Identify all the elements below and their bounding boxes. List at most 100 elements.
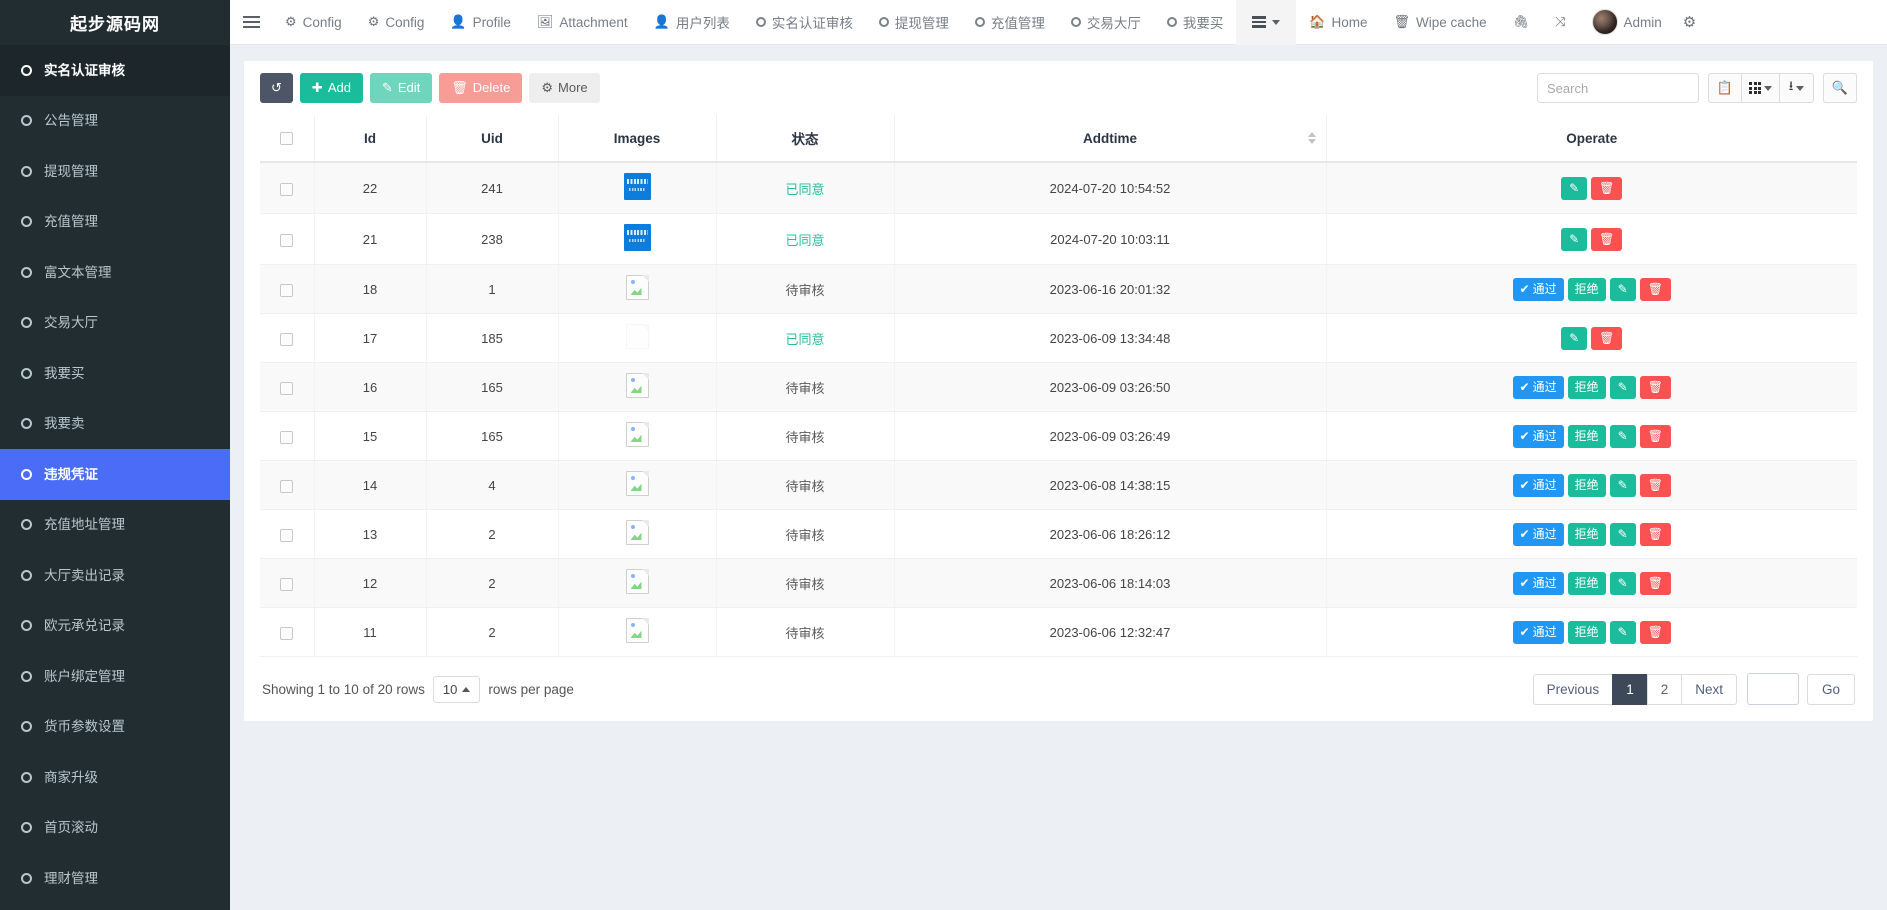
row-delete-button[interactable]: 🗑 xyxy=(1640,572,1671,595)
row-delete-button[interactable]: 🗑 xyxy=(1640,621,1671,644)
broken-image-icon[interactable] xyxy=(626,324,649,349)
sidebar-item-0[interactable]: 实名认证审核 xyxy=(0,45,230,96)
edit-button[interactable]: ✎ Edit xyxy=(370,73,432,103)
top-nav-item-1[interactable]: ⚙Config xyxy=(355,0,438,45)
row-checkbox[interactable] xyxy=(280,183,293,196)
table-row[interactable]: 112待审核2023-06-06 12:32:47✔通过拒绝✎🗑 xyxy=(260,608,1857,657)
approve-button[interactable]: ✔通过 xyxy=(1513,376,1564,399)
sidebar-item-11[interactable]: 欧元承兑记录 xyxy=(0,601,230,652)
top-nav-item-2[interactable]: 👤Profile xyxy=(437,0,523,45)
top-nav-item-5[interactable]: 实名认证审核 xyxy=(743,0,866,45)
next-page-button[interactable]: Next xyxy=(1681,674,1737,705)
row-thumbnail[interactable] xyxy=(624,224,651,251)
sidebar-item-7[interactable]: 我要卖 xyxy=(0,399,230,450)
columns-icon[interactable]: 📋 xyxy=(1708,73,1742,103)
more-menu-button[interactable] xyxy=(1236,0,1296,45)
col-operate[interactable]: Operate xyxy=(1326,115,1857,162)
wipe-cache-button[interactable]: 🗑 Wipe cache xyxy=(1381,0,1500,45)
reject-button[interactable]: 拒绝 xyxy=(1568,621,1606,644)
sidebar-item-4[interactable]: 富文本管理 xyxy=(0,247,230,298)
goto-page-input[interactable] xyxy=(1747,673,1799,705)
row-checkbox[interactable] xyxy=(280,382,293,395)
row-edit-button[interactable]: ✎ xyxy=(1610,474,1636,497)
previous-page-button[interactable]: Previous xyxy=(1533,674,1613,705)
top-nav-item-9[interactable]: 我要买 xyxy=(1154,0,1237,45)
approve-button[interactable]: ✔通过 xyxy=(1513,572,1564,595)
broken-image-icon[interactable] xyxy=(626,520,649,545)
col-images[interactable]: Images xyxy=(558,115,716,162)
top-nav-item-8[interactable]: 交易大厅 xyxy=(1058,0,1154,45)
row-delete-button[interactable]: 🗑 xyxy=(1591,327,1622,350)
col-addtime[interactable]: Addtime xyxy=(894,115,1326,162)
table-row[interactable]: 144待审核2023-06-08 14:38:15✔通过拒绝✎🗑 xyxy=(260,461,1857,510)
row-checkbox[interactable] xyxy=(280,480,293,493)
sidebar-item-3[interactable]: 充值管理 xyxy=(0,197,230,248)
sidebar-item-16[interactable]: 理财管理 xyxy=(0,853,230,904)
approve-button[interactable]: ✔通过 xyxy=(1513,278,1564,301)
row-delete-button[interactable]: 🗑 xyxy=(1640,523,1671,546)
sidebar-item-8[interactable]: 违规凭证 xyxy=(0,449,230,500)
approve-button[interactable]: ✔通过 xyxy=(1513,523,1564,546)
row-delete-button[interactable]: 🗑 xyxy=(1640,425,1671,448)
row-edit-button[interactable]: ✎ xyxy=(1561,228,1587,251)
row-checkbox[interactable] xyxy=(280,529,293,542)
top-nav-item-3[interactable]: 🖼Attachment xyxy=(524,0,641,45)
reject-button[interactable]: 拒绝 xyxy=(1568,572,1606,595)
add-button[interactable]: ✚ Add xyxy=(300,73,363,103)
row-delete-button[interactable]: 🗑 xyxy=(1640,474,1671,497)
more-button[interactable]: ⚙ More xyxy=(529,73,599,103)
row-edit-button[interactable]: ✎ xyxy=(1610,523,1636,546)
row-checkbox[interactable] xyxy=(280,578,293,591)
rows-per-page-select[interactable]: 10 xyxy=(433,676,480,703)
broken-image-icon[interactable] xyxy=(626,422,649,447)
row-edit-button[interactable]: ✎ xyxy=(1610,376,1636,399)
home-button[interactable]: 🏠 Home xyxy=(1296,0,1380,45)
sidebar-item-5[interactable]: 交易大厅 xyxy=(0,298,230,349)
row-edit-button[interactable]: ✎ xyxy=(1610,621,1636,644)
table-row[interactable]: 17185已同意2023-06-09 13:34:48✎🗑 xyxy=(260,314,1857,363)
broken-image-icon[interactable] xyxy=(626,373,649,398)
sidebar-item-1[interactable]: 公告管理 xyxy=(0,96,230,147)
top-nav-item-6[interactable]: 提现管理 xyxy=(866,0,962,45)
table-row[interactable]: 16165待审核2023-06-09 03:26:50✔通过拒绝✎🗑 xyxy=(260,363,1857,412)
grid-icon[interactable] xyxy=(1742,73,1780,103)
table-row[interactable]: 15165待审核2023-06-09 03:26:49✔通过拒绝✎🗑 xyxy=(260,412,1857,461)
export-icon[interactable]: ⭳ xyxy=(1780,73,1814,103)
hamburger-icon[interactable] xyxy=(230,0,272,45)
broken-image-icon[interactable] xyxy=(626,569,649,594)
sidebar-item-9[interactable]: 充值地址管理 xyxy=(0,500,230,551)
row-checkbox[interactable] xyxy=(280,627,293,640)
sidebar-item-2[interactable]: 提现管理 xyxy=(0,146,230,197)
row-edit-button[interactable]: ✎ xyxy=(1610,572,1636,595)
col-uid[interactable]: Uid xyxy=(426,115,558,162)
reject-button[interactable]: 拒绝 xyxy=(1568,474,1606,497)
top-nav-item-7[interactable]: 充值管理 xyxy=(962,0,1058,45)
select-all-checkbox[interactable] xyxy=(280,132,293,145)
approve-button[interactable]: ✔通过 xyxy=(1513,474,1564,497)
table-row[interactable]: 181待审核2023-06-16 20:01:32✔通过拒绝✎🗑 xyxy=(260,265,1857,314)
sidebar-item-6[interactable]: 我要买 xyxy=(0,348,230,399)
top-nav-item-0[interactable]: ⚙Config xyxy=(272,0,355,45)
reject-button[interactable]: 拒绝 xyxy=(1568,425,1606,448)
broken-image-icon[interactable] xyxy=(626,275,649,300)
page-button-2[interactable]: 2 xyxy=(1647,674,1682,705)
sidebar-item-14[interactable]: 商家升级 xyxy=(0,752,230,803)
reject-button[interactable]: 拒绝 xyxy=(1568,278,1606,301)
broken-image-icon[interactable] xyxy=(626,618,649,643)
col-id[interactable]: Id xyxy=(314,115,426,162)
row-checkbox[interactable] xyxy=(280,333,293,346)
row-delete-button[interactable]: 🗑 xyxy=(1591,228,1622,251)
row-checkbox[interactable] xyxy=(280,284,293,297)
broken-image-icon[interactable] xyxy=(626,471,649,496)
row-checkbox[interactable] xyxy=(280,431,293,444)
sidebar-item-12[interactable]: 账户绑定管理 xyxy=(0,651,230,702)
row-delete-button[interactable]: 🗑 xyxy=(1591,177,1622,200)
sidebar-item-13[interactable]: 货币参数设置 xyxy=(0,702,230,753)
delete-button[interactable]: 🗑 Delete xyxy=(439,73,522,103)
row-edit-button[interactable]: ✎ xyxy=(1610,425,1636,448)
table-row[interactable]: 22241已同意2024-07-20 10:54:52✎🗑 xyxy=(260,162,1857,214)
col-status[interactable]: 状态 xyxy=(716,115,894,162)
sidebar-item-15[interactable]: 首页滚动 xyxy=(0,803,230,854)
row-thumbnail[interactable] xyxy=(624,173,651,200)
row-edit-button[interactable]: ✎ xyxy=(1561,327,1587,350)
